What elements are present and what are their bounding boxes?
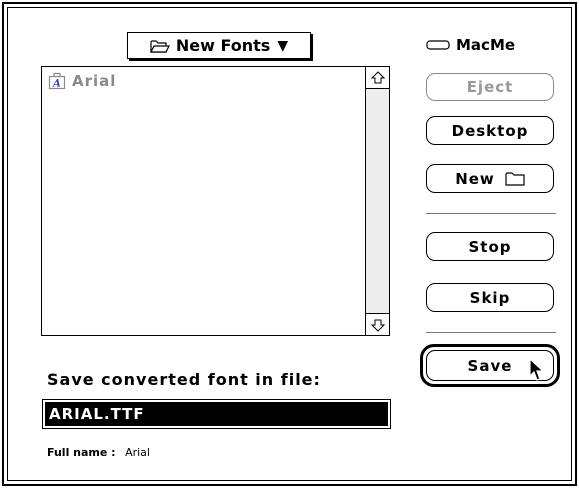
disk-icon (426, 40, 450, 50)
list-item[interactable]: A Arial (48, 72, 116, 90)
desktop-button[interactable]: Desktop (426, 116, 554, 145)
open-folder-icon (149, 39, 170, 53)
new-folder-button[interactable]: New (426, 164, 554, 193)
full-name-label: Full name : (47, 446, 116, 459)
eject-button[interactable]: Eject (426, 73, 554, 101)
desktop-button-label: Desktop (451, 121, 529, 140)
full-name-value: Arial (125, 446, 150, 459)
save-button-label: Save (467, 356, 513, 375)
arrow-cursor-icon (529, 357, 545, 386)
folder-icon (505, 171, 525, 186)
popup-arrow-icon: ▼ (277, 37, 289, 54)
folder-popup-menu[interactable]: New Fonts ▼ (127, 32, 311, 59)
filename-value[interactable]: ARIAL.TTF (45, 402, 388, 426)
stop-button-label: Stop (468, 237, 512, 256)
scroll-up-arrow-icon[interactable] (366, 67, 389, 89)
button-divider (426, 213, 556, 214)
full-name-row: Full name : Arial (47, 446, 150, 459)
file-list[interactable]: A Arial (41, 66, 390, 336)
skip-button[interactable]: Skip (426, 283, 554, 312)
volume-label: MacMe (456, 36, 516, 54)
vertical-scrollbar[interactable] (365, 67, 389, 335)
save-prompt-label: Save converted font in file: (47, 370, 321, 389)
svg-text:A: A (52, 79, 62, 90)
filename-field[interactable]: ARIAL.TTF (42, 399, 391, 429)
stop-button[interactable]: Stop (426, 232, 554, 261)
scroll-down-arrow-icon[interactable] (366, 313, 389, 335)
skip-button-label: Skip (469, 288, 511, 307)
folder-popup-label: New Fonts (175, 36, 271, 55)
button-divider (426, 332, 556, 333)
font-suitcase-icon: A (48, 72, 66, 90)
save-font-dialog: New Fonts ▼ A Arial MacMe Eject Desktop … (0, 0, 579, 488)
new-folder-button-label: New (455, 169, 495, 188)
volume-name: MacMe (426, 36, 515, 54)
eject-button-label: Eject (466, 78, 514, 96)
list-item-label: Arial (72, 72, 117, 90)
